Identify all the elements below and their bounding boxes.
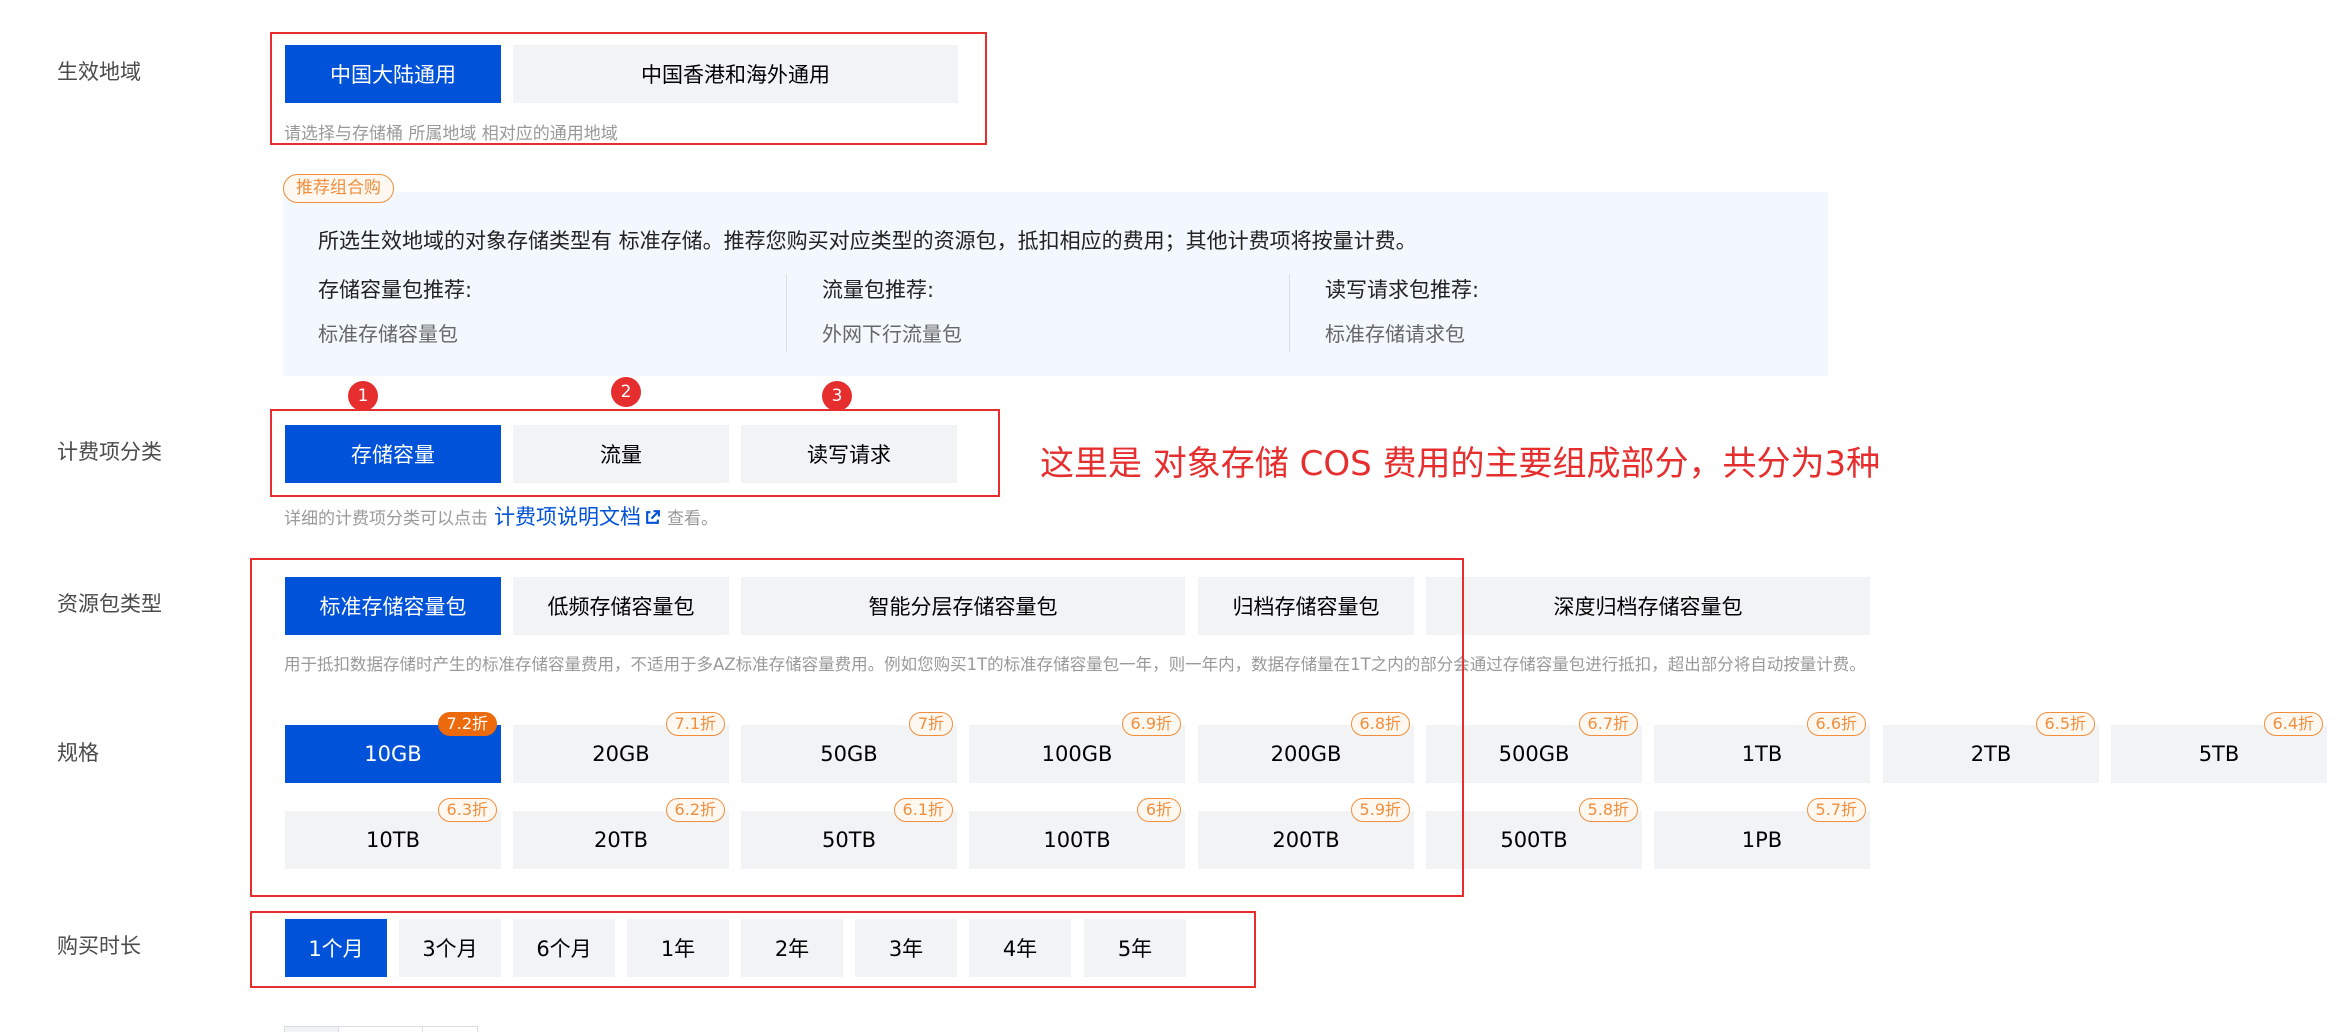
spec-label: 规格 <box>57 741 99 765</box>
duration-option[interactable]: 3个月 <box>399 919 501 977</box>
discount-badge: 7.2折 <box>437 712 497 736</box>
billing-option-storage[interactable]: 存储容量 <box>285 425 501 483</box>
package-option-standard[interactable]: 标准存储容量包 <box>285 577 501 635</box>
region-option-mainland[interactable]: 中国大陆通用 <box>285 45 501 103</box>
spec-option[interactable]: 100TB 6折 <box>969 798 1185 869</box>
quantity-decrement-button[interactable] <box>285 1027 339 1032</box>
billing-label: 计费项分类 <box>57 440 162 464</box>
package-option-intelligent[interactable]: 智能分层存储容量包 <box>741 577 1185 635</box>
package-option-deep-archive[interactable]: 深度归档存储容量包 <box>1426 577 1870 635</box>
discount-badge: 6.3折 <box>437 798 497 822</box>
discount-badge: 6.6折 <box>1806 712 1866 736</box>
region-hint: 请选择与存储桶 所属地域 相对应的通用地域 <box>284 124 618 144</box>
billing-hint-prefix: 详细的计费项分类可以点击 <box>284 508 488 529</box>
recommend-storage-title: 存储容量包推荐: <box>318 278 473 302</box>
spec-size: 100GB <box>1041 742 1113 766</box>
discount-badge: 6.9折 <box>1121 712 1181 736</box>
discount-badge: 6.7折 <box>1578 712 1638 736</box>
region-label: 生效地域 <box>57 60 141 84</box>
spec-size: 200GB <box>1270 742 1342 766</box>
quantity-stepper[interactable] <box>284 1026 478 1032</box>
discount-badge: 5.8折 <box>1578 798 1638 822</box>
discount-badge: 6.8折 <box>1350 712 1410 736</box>
duration-label: 购买时长 <box>57 934 141 958</box>
spec-size: 200TB <box>1272 828 1340 852</box>
duration-option[interactable]: 4年 <box>969 919 1071 977</box>
spec-size: 50GB <box>820 742 878 766</box>
duration-option[interactable]: 3年 <box>855 919 957 977</box>
annotation-text: 这里是 对象存储 COS 费用的主要组成部分，共分为3种 <box>1040 444 1881 484</box>
discount-badge: 6.2折 <box>665 798 725 822</box>
spec-option[interactable]: 5TB 6.4折 <box>2111 712 2327 783</box>
spec-option[interactable]: 10TB 6.3折 <box>285 798 501 869</box>
spec-size: 500TB <box>1500 828 1568 852</box>
step-badge-2: 2 <box>611 377 641 407</box>
spec-size: 5TB <box>2198 742 2240 766</box>
billing-option-traffic[interactable]: 流量 <box>513 425 729 483</box>
recommend-storage-column: 存储容量包推荐: 标准存储容量包 <box>283 274 786 352</box>
spec-size: 500GB <box>1498 742 1570 766</box>
billing-hint-suffix: 查看。 <box>667 508 718 529</box>
spec-size: 10TB <box>366 828 420 852</box>
billing-hint: 详细的计费项分类可以点击 计费项说明文档 查看。 <box>284 501 718 531</box>
spec-size: 50TB <box>822 828 876 852</box>
spec-option[interactable]: 50TB 6.1折 <box>741 798 957 869</box>
quantity-input[interactable] <box>339 1027 423 1032</box>
external-link-icon <box>646 510 660 524</box>
spec-size: 10GB <box>364 742 422 766</box>
discount-badge: 6.4折 <box>2263 712 2323 736</box>
duration-option[interactable]: 1年 <box>627 919 729 977</box>
spec-size: 1PB <box>1741 828 1783 852</box>
quantity-increment-button[interactable] <box>423 1027 477 1032</box>
duration-option[interactable]: 6个月 <box>513 919 615 977</box>
recommend-traffic-column: 流量包推荐: 外网下行流量包 <box>786 274 1289 352</box>
spec-size: 100TB <box>1043 828 1111 852</box>
recommend-request-title: 读写请求包推荐: <box>1325 278 1480 302</box>
spec-option[interactable]: 20TB 6.2折 <box>513 798 729 869</box>
spec-option[interactable]: 200TB 5.9折 <box>1198 798 1414 869</box>
spec-size: 20GB <box>592 742 650 766</box>
region-option-hk-overseas[interactable]: 中国香港和海外通用 <box>513 45 958 103</box>
discount-badge: 7.1折 <box>665 712 725 736</box>
package-option-infrequent[interactable]: 低频存储容量包 <box>513 577 729 635</box>
duration-option[interactable]: 1个月 <box>285 919 387 977</box>
spec-option[interactable]: 10GB 7.2折 <box>285 712 501 783</box>
billing-doc-link[interactable]: 计费项说明文档 <box>494 501 661 531</box>
recommend-storage-value: 标准存储容量包 <box>318 322 458 346</box>
recommend-request-value: 标准存储请求包 <box>1325 322 1465 346</box>
duration-option[interactable]: 2年 <box>741 919 843 977</box>
spec-option[interactable]: 100GB 6.9折 <box>969 712 1185 783</box>
package-label: 资源包类型 <box>57 592 162 616</box>
package-hint: 用于抵扣数据存储时产生的标准存储容量费用，不适用于多AZ标准存储容量费用。例如您… <box>284 655 1866 674</box>
spec-size: 1TB <box>1741 742 1783 766</box>
discount-badge: 6.1折 <box>893 798 953 822</box>
billing-option-requests[interactable]: 读写请求 <box>741 425 957 483</box>
billing-doc-link-text: 计费项说明文档 <box>494 505 641 529</box>
package-option-archive[interactable]: 归档存储容量包 <box>1198 577 1414 635</box>
recommend-tag: 推荐组合购 <box>283 174 394 203</box>
spec-option[interactable]: 500TB 5.8折 <box>1426 798 1642 869</box>
spec-option[interactable]: 50GB 7折 <box>741 712 957 783</box>
spec-option[interactable]: 20GB 7.1折 <box>513 712 729 783</box>
discount-badge: 6.5折 <box>2035 712 2095 736</box>
discount-badge: 6折 <box>1136 798 1181 822</box>
recommend-traffic-value: 外网下行流量包 <box>822 322 962 346</box>
step-badge-1: 1 <box>348 381 378 411</box>
recommend-traffic-title: 流量包推荐: <box>822 278 935 302</box>
recommend-panel: 所选生效地域的对象存储类型有 标准存储。推荐您购买对应类型的资源包，抵扣相应的费… <box>283 192 1828 376</box>
recommend-description: 所选生效地域的对象存储类型有 标准存储。推荐您购买对应类型的资源包，抵扣相应的费… <box>318 229 1417 253</box>
spec-option[interactable]: 500GB 6.7折 <box>1426 712 1642 783</box>
spec-option[interactable]: 1TB 6.6折 <box>1654 712 1870 783</box>
spec-size: 2TB <box>1970 742 2012 766</box>
discount-badge: 7折 <box>908 712 953 736</box>
spec-option[interactable]: 1PB 5.7折 <box>1654 798 1870 869</box>
spec-option[interactable]: 200GB 6.8折 <box>1198 712 1414 783</box>
recommend-request-column: 读写请求包推荐: 标准存储请求包 <box>1289 274 1792 352</box>
spec-option[interactable]: 2TB 6.5折 <box>1883 712 2099 783</box>
discount-badge: 5.7折 <box>1806 798 1866 822</box>
duration-option[interactable]: 5年 <box>1084 919 1186 977</box>
spec-size: 20TB <box>594 828 648 852</box>
discount-badge: 5.9折 <box>1350 798 1410 822</box>
step-badge-3: 3 <box>822 381 852 411</box>
